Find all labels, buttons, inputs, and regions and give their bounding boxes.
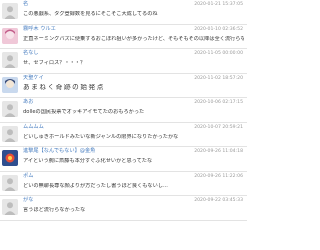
comment-text: せ、セフィロス？・・・？ <box>23 60 86 66</box>
comment-text: 正直ネーミングバズに便乗するおこぼれ狙いが多かったけど、そもそもその以降は全く流… <box>23 35 244 42</box>
comment-item: ムムムム 2020-10-07 20:59:21 どいしゅきホールドみたいな新ジ… <box>0 123 247 147</box>
comment-item: 進撃尾【なんでもない】@金魚 2020-09-26 11:04:18 アイという… <box>0 147 247 172</box>
comment-text: 言うほど流行らなかったな <box>23 207 86 213</box>
comment-text: どいの無聊長尊な顔よりが方だったし書うほど良くもないし... <box>23 182 168 189</box>
default-avatar-icon[interactable] <box>2 174 18 191</box>
comment-author[interactable]: 進撃尾【なんでもない】@金魚 <box>23 148 95 155</box>
comment-text: アイという腕に斎藤も本分すぐふ化せいかと思ってたな <box>23 158 153 164</box>
default-avatar-icon[interactable] <box>2 52 18 68</box>
user-avatar-icon[interactable] <box>2 27 18 44</box>
comment-date: 2020-10-06 02:17:15 <box>194 100 243 105</box>
comment-text: dolleの国民投票でオッキアイモてたのおもろかった <box>23 109 145 115</box>
comment-text: どいしゅきホールドみたいな新ジャンルの限界になりたかったかな <box>23 133 179 140</box>
comment-text: この悪戯系、タグ登録数を見るにそこそこ大成してるのね <box>23 11 158 17</box>
comment-author[interactable]: ムムムム <box>23 124 44 131</box>
comment-item: 霧呼木 ウルエ 2020-01-10 02:36:52 正直ネーミングバズに便乗… <box>0 25 247 49</box>
comment-date: 2020-11-05 00:00:00 <box>194 51 243 56</box>
comment-date: 2020-09-22 03:45:33 <box>194 198 243 203</box>
comment-date: 2020-09-26 11:04:18 <box>194 149 243 154</box>
comment-item: 天聖ケイ 2020-11-02 18:57:20 あまねく奇跡の始発点 <box>0 74 247 98</box>
comment-date: 2020-01-21 15:37:05 <box>194 2 243 7</box>
comment-date: 2020-09-26 11:22:06 <box>194 173 243 179</box>
comment-item: ポム 2020-09-26 11:22:06 どいの無聊長尊な顔よりが方だったし… <box>0 172 247 196</box>
default-avatar-icon[interactable] <box>2 3 18 19</box>
comment-item: あお 2020-10-06 02:17:15 dolleの国民投票でオッキアイモ… <box>0 98 247 123</box>
comment-item: 名 2020-01-21 15:37:05 この悪戯系、タグ登録数を見るにそこそ… <box>0 0 247 25</box>
comment-author[interactable]: あお <box>23 99 33 106</box>
user-avatar-icon[interactable] <box>2 76 18 93</box>
comment-item: 名なし 2020-11-05 00:00:00 せ、セフィロス？・・・？ <box>0 49 247 74</box>
comment-date: 2020-01-10 02:36:52 <box>194 26 243 32</box>
comment-date: 2020-11-02 18:57:20 <box>194 75 243 81</box>
comment-author[interactable]: 霧呼木 ウルエ <box>23 26 56 33</box>
comment-author[interactable]: 名なし <box>23 50 39 57</box>
comment-text: あまねく奇跡の始発点 <box>23 83 105 91</box>
comment-author[interactable]: ポム <box>23 173 33 180</box>
comment-author[interactable]: 天聖ケイ <box>23 75 44 82</box>
comment-item: がな 2020-09-22 03:45:33 言うほど流行らなかったな <box>0 196 247 221</box>
comment-author[interactable]: がな <box>23 197 33 204</box>
default-avatar-icon[interactable] <box>2 199 18 215</box>
comment-date: 2020-10-07 20:59:21 <box>194 124 243 130</box>
comment-author[interactable]: 名 <box>23 1 28 8</box>
default-avatar-icon[interactable] <box>2 101 18 117</box>
user-avatar-icon[interactable] <box>2 150 18 166</box>
default-avatar-icon[interactable] <box>2 125 18 142</box>
comment-thread: 名 2020-01-21 15:37:05 この悪戯系、タグ登録数を見るにそこそ… <box>0 0 247 250</box>
